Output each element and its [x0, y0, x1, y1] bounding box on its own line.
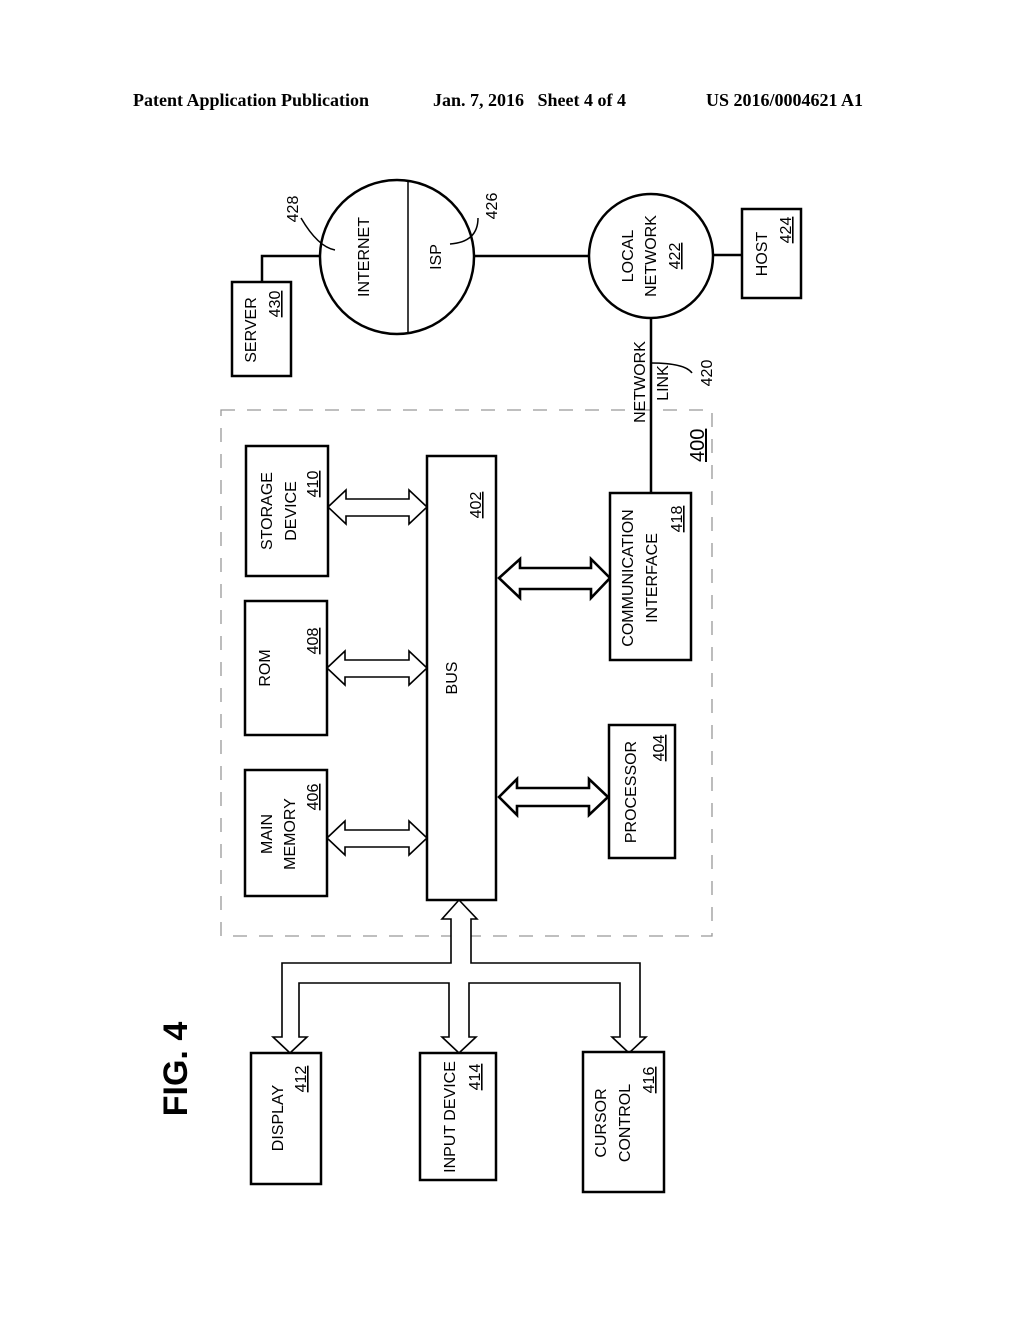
network-link-label-2: LINK	[655, 365, 672, 401]
display-ref: 412	[293, 1066, 310, 1093]
server-block: SERVER 430	[230, 280, 293, 378]
cursor-control-label-1: CURSOR	[593, 1088, 610, 1157]
bus-block: BUS 402	[425, 454, 498, 902]
main-memory-label-1: MAIN	[259, 814, 276, 854]
internet-label: INTERNET	[356, 217, 373, 297]
bus-ref: 402	[468, 492, 485, 519]
rom-block: ROM 408	[243, 599, 329, 737]
system-ref: 400	[687, 429, 709, 462]
internet-leader	[300, 217, 336, 251]
processor-label: PROCESSOR	[623, 741, 640, 843]
rom-ref: 408	[305, 628, 322, 655]
cursor-control-label-2: CONTROL	[617, 1084, 634, 1162]
server-ref: 430	[267, 291, 284, 318]
isp-leader	[449, 217, 479, 245]
host-label: HOST	[754, 232, 771, 277]
communication-interface-label-2: INTERFACE	[644, 533, 661, 623]
processor-block: PROCESSOR 404	[607, 723, 677, 860]
storage-device-label-1: STORAGE	[259, 472, 276, 550]
input-device-label: INPUT DEVICE	[442, 1061, 459, 1173]
main-memory-label-2: MEMORY	[282, 798, 299, 870]
host-ref: 424	[778, 217, 795, 244]
processor-ref: 404	[651, 735, 668, 762]
internet-isp-node: INTERNET ISP	[318, 178, 476, 336]
rom-label: ROM	[257, 649, 274, 686]
arrow-bus-communication	[497, 555, 612, 602]
network-link-label-1: NETWORK	[632, 341, 649, 423]
storage-device-ref: 410	[305, 471, 322, 498]
storage-device-label-2: DEVICE	[283, 481, 300, 541]
input-device-block: INPUT DEVICE 414	[418, 1051, 498, 1182]
internet-ref: 428	[285, 196, 302, 223]
host-block: HOST 424	[740, 207, 803, 300]
cursor-control-block: CURSOR CONTROL 416	[581, 1050, 666, 1194]
network-link-ref: 420	[699, 360, 716, 387]
server-label: SERVER	[243, 297, 260, 363]
arrow-storage-bus	[326, 488, 429, 526]
isp-ref: 426	[484, 193, 501, 220]
bus-label: BUS	[444, 662, 461, 695]
block-diagram: 400 STORAGE DEVICE 410 ROM 408 MAIN MEMO…	[157, 178, 803, 1194]
local-network-label-1: LOCAL	[620, 230, 637, 283]
main-memory-block: MAIN MEMORY 406	[243, 768, 329, 898]
local-network-node: LOCAL NETWORK 422	[587, 192, 715, 320]
communication-interface-ref: 418	[669, 506, 686, 533]
isp-label: ISP	[428, 244, 445, 270]
display-label: DISPLAY	[270, 1084, 287, 1151]
communication-interface-block: COMMUNICATION INTERFACE 418	[608, 491, 693, 662]
internet-server-line	[260, 254, 320, 282]
input-device-ref: 414	[467, 1064, 484, 1091]
arrow-rom-bus	[325, 649, 429, 687]
arrow-bus-processor	[497, 775, 610, 819]
arrow-bus-peripherals	[270, 898, 649, 1055]
storage-device-block: STORAGE DEVICE 410	[244, 444, 330, 578]
communication-interface-label-1: COMMUNICATION	[620, 509, 637, 646]
local-network-label-2: NETWORK	[643, 215, 660, 297]
figure-label: FIG. 4	[157, 1022, 195, 1117]
main-memory-ref: 406	[305, 784, 322, 811]
cursor-control-ref: 416	[641, 1067, 658, 1094]
arrow-memory-bus	[325, 819, 429, 857]
display-block: DISPLAY 412	[249, 1051, 323, 1186]
local-network-ref: 422	[667, 243, 684, 270]
